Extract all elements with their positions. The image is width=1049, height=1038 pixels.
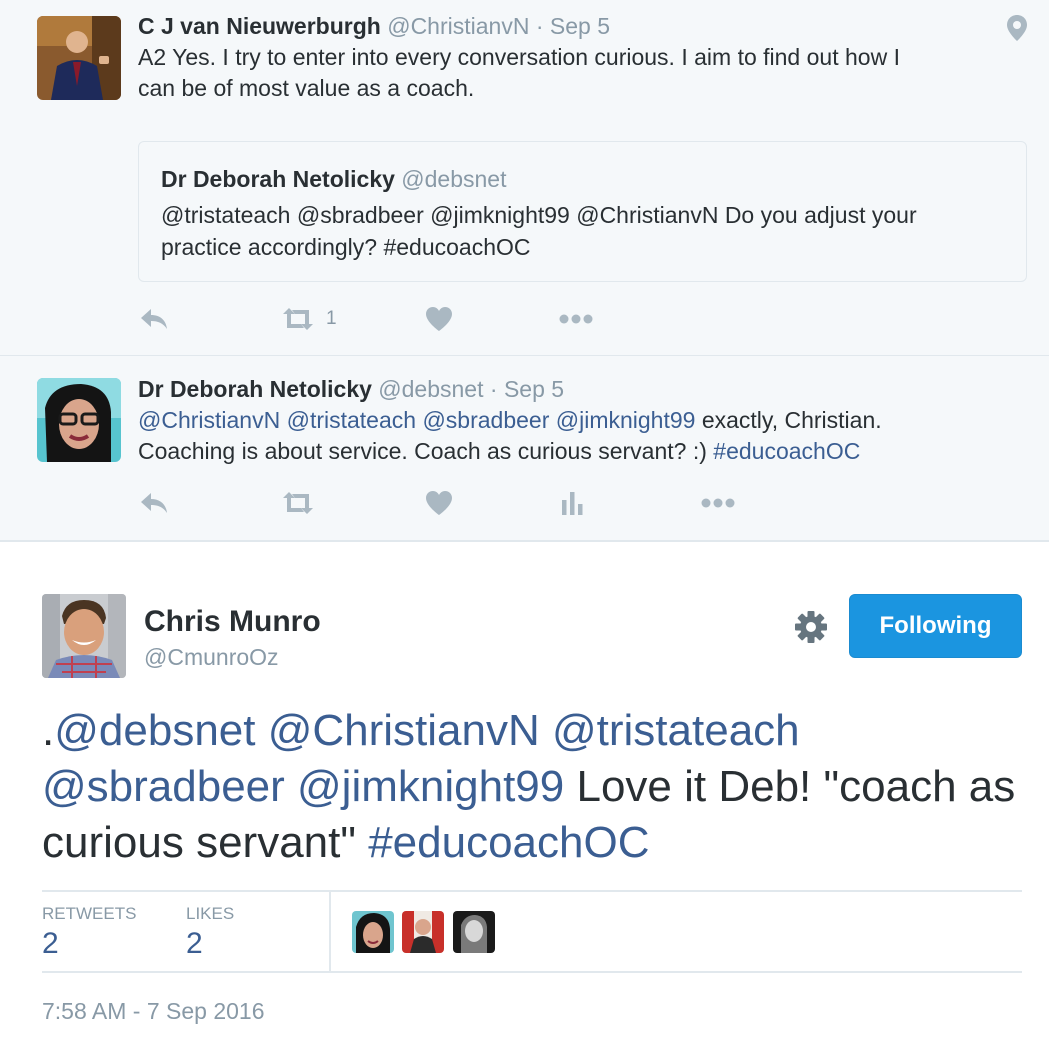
retweets-label[interactable]: RETWEETS: [42, 904, 136, 924]
divider: [329, 892, 331, 972]
more-icon[interactable]: [558, 304, 594, 334]
tweet-timestamp[interactable]: 7:58 AM - 7 Sep 2016: [42, 998, 265, 1025]
avatar-deborah[interactable]: [37, 378, 121, 462]
separator: ·: [489, 376, 498, 402]
author-name[interactable]: C J van Nieuwerburgh: [138, 13, 381, 39]
more-icon[interactable]: [700, 488, 736, 518]
tweet-actions: 1: [138, 304, 738, 334]
mention-links[interactable]: @debsnet @ChristianvN @tristateach: [54, 706, 799, 755]
liker-avatar[interactable]: [402, 911, 444, 953]
tweet-text: @ChristianvN @tristateach @sbradbeer @ji…: [138, 405, 1018, 467]
separator: ·: [535, 13, 544, 39]
quoted-tweet-header: Dr Deborah Netolicky @debsnet: [161, 166, 507, 193]
tweet-header: Dr Deborah Netolicky @debsnet · Sep 5: [138, 375, 564, 403]
main-tweet-text: .@debsnet @ChristianvN @tristateach @sbr…: [42, 703, 1027, 871]
reply-tweet-cj: C J van Nieuwerburgh @ChristianvN · Sep …: [0, 0, 1049, 356]
tweet-date[interactable]: Sep 5: [550, 13, 610, 39]
mention-links[interactable]: @ChristianvN @tristateach @sbradbeer @ji…: [138, 407, 695, 433]
author-handle[interactable]: @CmunroOz: [144, 644, 279, 671]
tweet-text-fragment: Coaching is about service. Coach as curi…: [138, 438, 714, 464]
heart-icon[interactable]: [425, 488, 453, 518]
retweets-count[interactable]: 2: [42, 927, 59, 961]
reply-tweet-deborah: Dr Deborah Netolicky @debsnet · Sep 5 @C…: [0, 356, 1049, 542]
tweet-text-line: can be of most value as a coach.: [138, 75, 475, 101]
retweet-icon: [280, 306, 316, 332]
tweet-text-line: A2 Yes. I try to enter into every conver…: [138, 44, 900, 70]
gear-icon[interactable]: [794, 610, 828, 649]
tweet-text-fragment: exactly, Christian.: [695, 407, 882, 433]
likes-count[interactable]: 2: [186, 927, 203, 961]
mention-links[interactable]: @sbradbeer @jimknight99: [42, 762, 564, 811]
hashtag-link[interactable]: #educoachOC: [368, 818, 649, 867]
tweet-text-line: @ChristianvN @tristateach @sbradbeer @ji…: [138, 405, 1018, 436]
tweet-text-line: Coaching is about service. Coach as curi…: [138, 436, 1018, 467]
avatar-cj[interactable]: [37, 16, 121, 100]
quoted-tweet[interactable]: Dr Deborah Netolicky @debsnet @tristatea…: [138, 141, 1027, 282]
tweet-date[interactable]: Sep 5: [504, 376, 564, 402]
quoted-author-name: Dr Deborah Netolicky: [161, 166, 395, 192]
liker-avatar[interactable]: [453, 911, 495, 953]
liker-avatar[interactable]: [352, 911, 394, 953]
divider: [42, 971, 1022, 973]
retweet-button[interactable]: 1: [280, 304, 337, 334]
retweet-count: 1: [326, 308, 337, 329]
likes-label[interactable]: LIKES: [186, 904, 234, 924]
hashtag-link[interactable]: #educoachOC: [713, 438, 860, 464]
author-name[interactable]: Dr Deborah Netolicky: [138, 376, 372, 402]
divider: [42, 890, 1022, 892]
avatar-chris[interactable]: [42, 594, 126, 678]
retweet-icon[interactable]: [280, 488, 316, 518]
analytics-icon[interactable]: [560, 488, 584, 518]
location-pin-icon[interactable]: [1005, 14, 1029, 47]
author-name[interactable]: Chris Munro: [144, 605, 321, 639]
tweet-actions: [138, 488, 748, 518]
author-handle[interactable]: @debsnet: [378, 376, 483, 402]
reply-icon[interactable]: [138, 304, 170, 334]
tweet-text-fragment: .: [42, 706, 55, 755]
author-handle[interactable]: @ChristianvN: [387, 13, 529, 39]
quoted-tweet-text: @tristateach @sbradbeer @jimknight99 @Ch…: [161, 202, 917, 260]
reply-icon[interactable]: [138, 488, 170, 518]
quoted-author-handle: @debsnet: [401, 166, 507, 192]
tweet-header: C J van Nieuwerburgh @ChristianvN · Sep …: [138, 12, 610, 40]
following-button[interactable]: Following: [849, 594, 1022, 658]
tweet-text: A2 Yes. I try to enter into every conver…: [138, 42, 1008, 104]
heart-icon[interactable]: [425, 304, 453, 334]
